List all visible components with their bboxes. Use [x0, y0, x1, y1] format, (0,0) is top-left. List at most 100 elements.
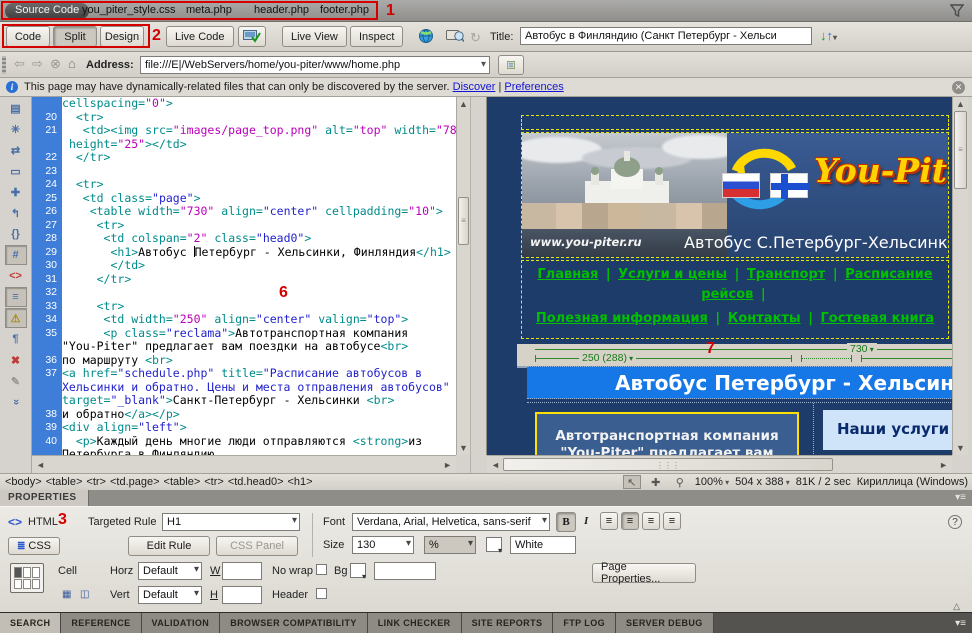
recent-snippets-icon[interactable]: » — [6, 391, 26, 413]
split-view-divider[interactable] — [470, 97, 486, 473]
forward-icon[interactable]: ⇨ — [32, 56, 43, 72]
text-color-input[interactable]: White — [510, 536, 576, 554]
no-wrap-checkbox[interactable] — [316, 564, 327, 575]
select-tool-icon[interactable]: ↖ — [623, 475, 641, 489]
view-button-design[interactable]: Design — [100, 26, 144, 47]
design-hscroll-thumb[interactable]: ⋮⋮⋮ — [503, 458, 833, 471]
zoom-tool-icon[interactable]: ⚲ — [671, 475, 689, 489]
results-tab-server-debug[interactable]: SERVER DEBUG — [616, 613, 714, 633]
toolbar-grip[interactable] — [2, 56, 6, 74]
collapse-selection-icon[interactable]: ▭ — [5, 161, 27, 181]
discover-link[interactable]: Discover — [453, 81, 496, 93]
services-cell[interactable]: Наши услуги — [823, 410, 952, 450]
live-code-button[interactable]: Live Code — [166, 26, 234, 47]
home-icon[interactable]: ⌂ — [68, 56, 76, 71]
scroll-left-icon[interactable]: ◄ — [36, 460, 45, 470]
bg-color-swatch[interactable] — [350, 563, 366, 578]
panel-expander-icon[interactable]: △ — [953, 601, 960, 612]
design-header-image[interactable]: www.you-piter.ru You-Piter Автобус С.Пет… — [521, 132, 949, 258]
source-code-tab[interactable]: Source Code — [5, 3, 89, 19]
results-tab-browser-compatibility[interactable]: BROWSER COMPATIBILITY — [220, 613, 368, 633]
code-vertical-scrollbar[interactable]: ▲ ≡ ▼ — [456, 97, 470, 455]
window-size-select[interactable]: 504 x 388 — [735, 476, 790, 488]
related-file-tab[interactable]: footer.php — [320, 4, 369, 16]
inner-width-label[interactable]: 250 (288) — [579, 352, 636, 364]
design-horizontal-scrollbar[interactable]: ◄ ⋮⋮⋮ ► — [487, 455, 952, 473]
code-horizontal-scrollbar[interactable]: ◄ ► — [32, 455, 456, 473]
size-unit-select[interactable]: % — [424, 536, 476, 554]
tag-selector-item[interactable]: <body> — [5, 476, 42, 488]
hand-tool-icon[interactable]: ✚ — [647, 475, 665, 489]
scroll-right-icon[interactable]: ► — [939, 460, 948, 470]
code-view[interactable]: cellspacing="0">20 <tr>21 <td><img src="… — [32, 97, 456, 455]
menu-link[interactable]: Гостевая книга — [821, 311, 935, 326]
scroll-up-icon[interactable]: ▲ — [457, 99, 470, 109]
title-input[interactable]: Автобус в Финляндию (Санкт Петербург - Х… — [520, 27, 812, 45]
results-tab-ftp-log[interactable]: FTP LOG — [553, 613, 616, 633]
related-file-tab[interactable]: you_piter_style.css — [82, 4, 176, 16]
close-icon[interactable]: ✕ — [952, 81, 965, 94]
scroll-right-icon[interactable]: ► — [443, 460, 452, 470]
html-mode-button[interactable]: HTML — [28, 516, 58, 528]
edit-rule-button[interactable]: Edit Rule — [128, 536, 210, 556]
css-panel-button[interactable]: CSS Panel — [216, 536, 298, 556]
apply-source-formatting-icon[interactable]: ≡ — [5, 287, 27, 307]
height-input[interactable] — [222, 586, 262, 604]
results-tab-validation[interactable]: VALIDATION — [142, 613, 221, 633]
code-scroll-thumb[interactable]: ≡ — [458, 197, 469, 245]
results-tab-reference[interactable]: REFERENCE — [61, 613, 141, 633]
results-tab-site-reports[interactable]: SITE REPORTS — [462, 613, 554, 633]
file-get-put-icon[interactable]: ↓↑▾ — [820, 28, 837, 43]
related-file-tab[interactable]: meta.php — [186, 4, 232, 16]
design-vertical-scrollbar[interactable]: ▲ ≡ ▼ — [952, 97, 968, 455]
results-tab-search[interactable]: SEARCH — [0, 613, 61, 633]
align-right-icon[interactable]: ≡ — [642, 512, 660, 530]
table-width-bar[interactable]: 730 250 (288) — [517, 344, 952, 366]
scroll-down-icon[interactable]: ▼ — [953, 443, 968, 453]
scroll-down-icon[interactable]: ▼ — [457, 443, 470, 453]
tag-selector-item[interactable]: <table> — [46, 476, 83, 488]
view-button-split[interactable]: Split — [53, 26, 97, 47]
line-numbers-icon[interactable]: # — [5, 245, 27, 265]
font-select[interactable]: Verdana, Arial, Helvetica, sans-serif — [352, 513, 550, 531]
expand-all-icon[interactable]: ✚ — [5, 182, 27, 202]
targeted-rule-select[interactable]: H1 — [162, 513, 300, 531]
tag-selector-item[interactable]: <tr> — [86, 476, 106, 488]
collapse-full-tag-icon[interactable]: ⇄ — [5, 140, 27, 160]
check-browser-compatibility-icon[interactable] — [238, 26, 266, 47]
stop-icon[interactable]: ⊗ — [50, 56, 61, 72]
properties-tab[interactable]: PROPERTIES — [0, 490, 89, 506]
syntax-error-alerts-icon[interactable]: ⚠ — [5, 308, 27, 328]
header-checkbox[interactable] — [316, 588, 327, 599]
select-parent-tag-icon[interactable]: ↰ — [5, 203, 27, 223]
validate-markup-icon[interactable] — [442, 28, 468, 49]
browser-list-icon[interactable] — [498, 55, 524, 75]
filter-related-files-icon[interactable] — [950, 4, 964, 17]
size-select[interactable]: 130 — [352, 536, 414, 554]
tag-selector-item[interactable]: <table> — [164, 476, 201, 488]
highlight-invalid-code-icon[interactable]: <> — [5, 266, 27, 286]
align-left-icon[interactable]: ≡ — [600, 512, 618, 530]
reclama-cell[interactable]: Автотранспортная компания "You-Piter" пр… — [535, 412, 799, 455]
help-icon[interactable]: ? — [948, 515, 962, 529]
italic-button[interactable]: I — [584, 515, 588, 527]
inspect-button[interactable]: Inspect — [350, 26, 403, 47]
address-input[interactable]: file:///E|/WebServers/home/you-piter/www… — [140, 56, 490, 74]
apply-comment-icon[interactable]: ¶ — [5, 329, 27, 349]
remove-comment-icon[interactable]: ✖ — [5, 350, 27, 370]
live-view-button[interactable]: Live View — [282, 26, 347, 47]
code-navigator-icon[interactable]: ✳ — [5, 119, 27, 139]
menu-link[interactable]: Услуги и цены — [618, 267, 727, 282]
scroll-left-icon[interactable]: ◄ — [491, 460, 500, 470]
tag-selector-item[interactable]: <tr> — [204, 476, 224, 488]
view-button-code[interactable]: Code — [6, 26, 50, 47]
menu-link[interactable]: Полезная информация — [536, 311, 708, 326]
preferences-link[interactable]: Preferences — [504, 81, 563, 93]
panel-menu-icon[interactable]: ▾≡ — [955, 492, 966, 503]
width-input[interactable] — [222, 562, 262, 580]
magnification-select[interactable]: 100% — [695, 476, 729, 488]
back-icon[interactable]: ⇦ — [14, 56, 25, 72]
align-center-icon[interactable]: ≡ — [621, 512, 639, 530]
scroll-up-icon[interactable]: ▲ — [953, 99, 968, 109]
outer-width-label[interactable]: 730 — [847, 343, 877, 355]
